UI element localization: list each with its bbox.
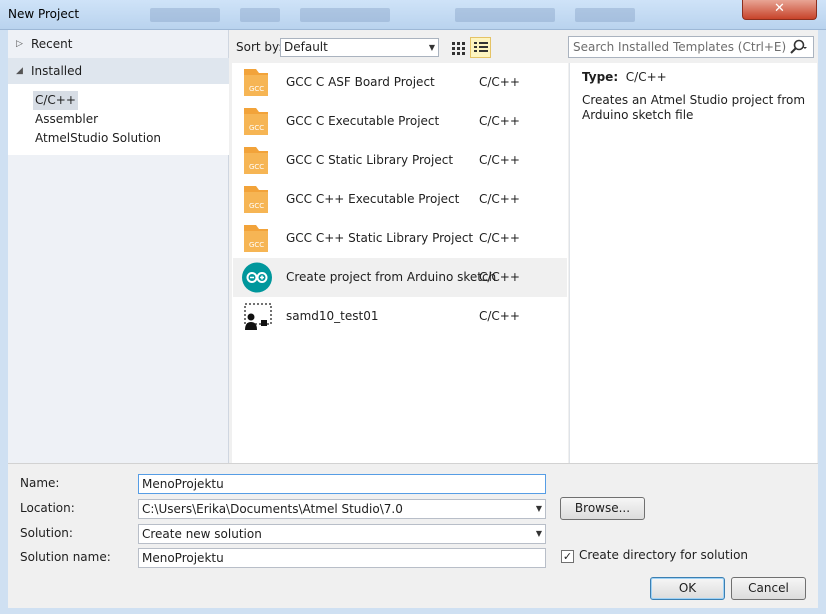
close-button[interactable]: ✕ <box>742 0 817 20</box>
background-taskbar-ghost <box>240 8 280 22</box>
project-form: Name: MenoProjektu Location: C:\Users\Er… <box>8 463 818 608</box>
template-tree: ▷ Recent ◢ Installed C/C++ Assembler Atm… <box>8 30 229 465</box>
gcc-folder-icon: GCC <box>242 106 272 137</box>
background-taskbar-ghost <box>300 8 390 22</box>
sort-by-select[interactable]: Default ▼ <box>280 38 439 57</box>
tree-recent[interactable]: ▷ Recent <box>8 31 229 57</box>
search-icon[interactable] <box>788 38 808 56</box>
list-view-button[interactable] <box>470 37 491 58</box>
template-name: Create project from Arduino sketch <box>286 270 497 284</box>
expand-triangle-icon: ▷ <box>16 39 23 49</box>
gcc-folder-icon: GCC <box>242 184 272 215</box>
location-combo[interactable]: C:\Users\Erika\Documents\Atmel Studio\7.… <box>138 499 546 519</box>
browse-button[interactable]: Browse... <box>560 497 645 520</box>
grid-view-button[interactable] <box>447 37 468 58</box>
background-taskbar-ghost <box>455 8 555 22</box>
arduino-icon <box>242 262 272 293</box>
template-details: Type: C/C++ Creates an Atmel Studio proj… <box>569 63 817 463</box>
tree-item-atmelstudio-solution[interactable]: AtmelStudio Solution <box>33 129 163 148</box>
chevron-down-icon[interactable]: ▼ <box>536 500 542 518</box>
solution-name-label: Solution name: <box>20 550 111 564</box>
template-row[interactable]: GCC GCC C++ Executable Project C/C++ <box>233 180 567 219</box>
type-value: C/C++ <box>625 70 667 84</box>
checkmark-icon: ✓ <box>562 550 573 563</box>
template-language: C/C++ <box>479 231 520 245</box>
svg-text:GCC: GCC <box>249 163 264 171</box>
type-label: Type: <box>582 70 619 84</box>
location-label: Location: <box>20 501 75 515</box>
template-language: C/C++ <box>479 114 520 128</box>
template-row[interactable]: GCC GCC C Executable Project C/C++ <box>233 102 567 141</box>
solution-select[interactable]: Create new solution ▼ <box>138 524 546 544</box>
tree-item-assembler[interactable]: Assembler <box>33 110 100 129</box>
user-template-icon <box>242 301 272 332</box>
background-taskbar-ghost <box>150 8 220 22</box>
chevron-down-icon[interactable]: ▼ <box>536 525 542 543</box>
create-directory-label[interactable]: Create directory for solution <box>579 548 748 562</box>
installed-subitems: C/C++ Assembler AtmelStudio Solution <box>8 84 229 155</box>
type-line: Type: C/C++ <box>582 70 667 84</box>
solution-name-input[interactable]: MenoProjektu <box>138 548 546 568</box>
template-language: C/C++ <box>479 192 520 206</box>
window-title: New Project <box>8 7 80 21</box>
svg-text:GCC: GCC <box>249 202 264 210</box>
title-bar[interactable]: New Project ✕ <box>0 0 826 30</box>
template-name: GCC C++ Executable Project <box>286 192 460 206</box>
solution-label: Solution: <box>20 526 73 540</box>
close-icon: ✕ <box>774 1 785 16</box>
template-language: C/C++ <box>479 309 520 323</box>
template-name: GCC C Executable Project <box>286 114 440 128</box>
ok-button[interactable]: OK <box>650 577 725 600</box>
template-name: samd10_test01 <box>286 309 379 323</box>
tree-recent-label: Recent <box>31 37 73 51</box>
gcc-folder-icon: GCC <box>242 223 272 254</box>
tree-installed[interactable]: ◢ Installed <box>8 58 229 84</box>
background-taskbar-ghost <box>575 8 635 22</box>
template-row[interactable]: GCC GCC C++ Static Library Project C/C++ <box>233 219 567 258</box>
name-label: Name: <box>20 476 60 490</box>
gcc-folder-icon: GCC <box>242 67 272 98</box>
cancel-button[interactable]: Cancel <box>731 577 806 600</box>
template-row[interactable]: GCC GCC C ASF Board Project C/C++ <box>233 63 567 102</box>
template-name: GCC C++ Static Library Project <box>286 231 474 245</box>
sort-by-value: Default <box>284 40 328 54</box>
template-language: C/C++ <box>479 75 520 89</box>
chevron-down-icon: ▼ <box>428 43 435 52</box>
template-language: C/C++ <box>479 153 520 167</box>
name-input[interactable]: MenoProjektu <box>138 474 546 494</box>
window-frame-right <box>818 30 826 614</box>
svg-text:GCC: GCC <box>249 124 264 132</box>
search-placeholder: Search Installed Templates (Ctrl+E) <box>573 40 787 54</box>
collapse-triangle-icon: ◢ <box>16 66 23 76</box>
template-language: C/C++ <box>479 270 520 284</box>
location-value: C:\Users\Erika\Documents\Atmel Studio\7.… <box>142 502 403 516</box>
solution-value: Create new solution <box>142 527 262 541</box>
grid-view-icon <box>452 42 465 55</box>
template-row[interactable]: samd10_test01 C/C++ <box>233 297 567 336</box>
svg-text:GCC: GCC <box>249 241 264 249</box>
template-name: GCC C Static Library Project <box>286 153 454 167</box>
search-templates-input[interactable]: Search Installed Templates (Ctrl+E) <box>568 36 814 58</box>
gcc-folder-icon: GCC <box>242 145 272 176</box>
template-row-selected[interactable]: Create project from Arduino sketch C/C++ <box>233 258 567 297</box>
template-list: GCC GCC C ASF Board Project C/C++ GCC GC… <box>232 63 568 463</box>
template-name: GCC C ASF Board Project <box>286 75 435 89</box>
dialog-client: ▷ Recent ◢ Installed C/C++ Assembler Atm… <box>8 30 818 608</box>
window-frame-left <box>0 30 8 614</box>
tree-item-c-cpp[interactable]: C/C++ <box>33 91 78 110</box>
template-description: Creates an Atmel Studio project from Ard… <box>582 93 806 122</box>
tree-installed-label: Installed <box>31 64 83 78</box>
svg-text:GCC: GCC <box>249 85 264 93</box>
sort-by-label: Sort by: <box>236 40 283 54</box>
template-row[interactable]: GCC GCC C Static Library Project C/C++ <box>233 141 567 180</box>
create-directory-checkbox[interactable]: ✓ <box>561 550 574 563</box>
list-view-icon <box>474 42 488 52</box>
